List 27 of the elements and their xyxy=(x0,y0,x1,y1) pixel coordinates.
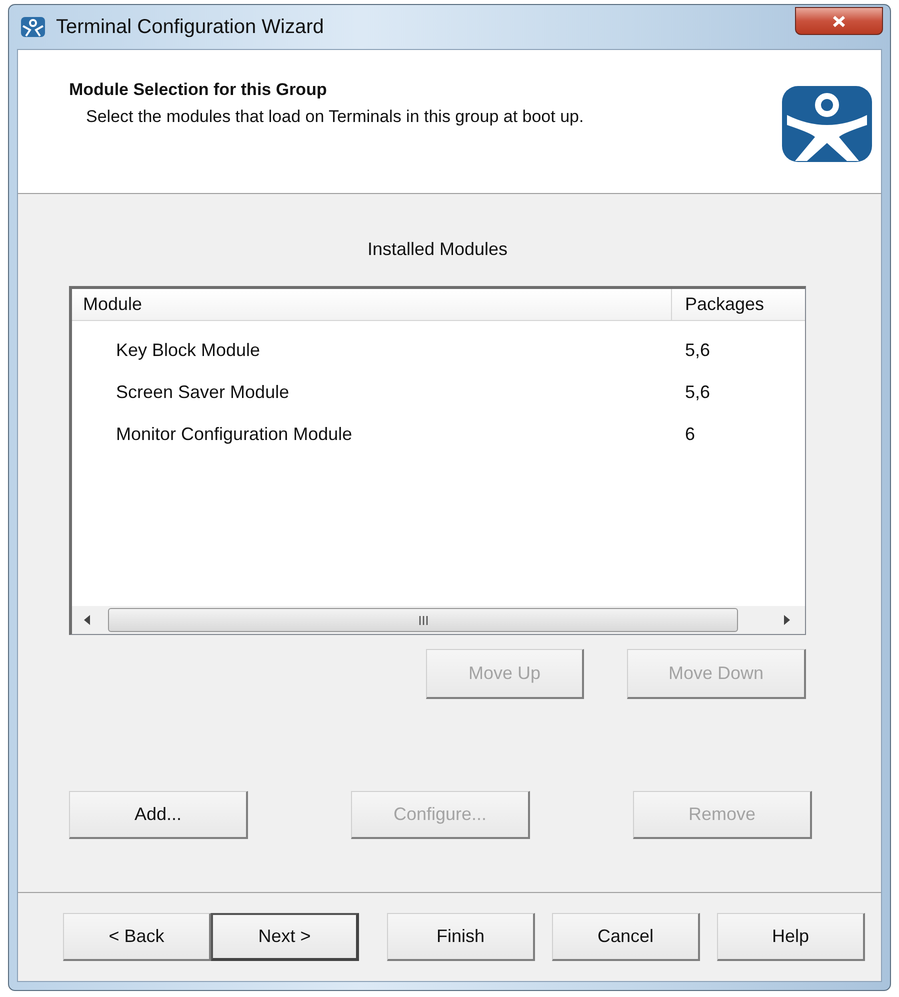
finish-button[interactable]: Finish xyxy=(387,913,535,961)
grip-icon xyxy=(418,616,428,624)
close-button[interactable] xyxy=(795,7,883,35)
cancel-button[interactable]: Cancel xyxy=(552,913,700,961)
packages-cell[interactable]: 5,6 xyxy=(685,382,710,402)
packages-cell[interactable]: 6 xyxy=(685,424,696,444)
close-icon xyxy=(832,14,846,28)
scroll-right-icon[interactable] xyxy=(784,615,790,625)
list-label: Installed Modules xyxy=(366,239,509,260)
help-button[interactable]: Help xyxy=(717,913,865,961)
window-title: Terminal Configuration Wizard xyxy=(56,16,324,38)
module-cell[interactable]: Screen Saver Module xyxy=(116,382,290,402)
horizontal-scrollbar[interactable] xyxy=(72,606,805,634)
packages-cell[interactable]: 5,6 xyxy=(685,340,710,360)
page-subtitle: Select the modules that load on Terminals in this group at boot up. xyxy=(86,107,585,127)
scroll-left-icon[interactable] xyxy=(84,615,90,625)
module-cell[interactable]: Monitor Configuration Module xyxy=(116,424,352,444)
page-title: Module Selection for this Group xyxy=(69,80,328,100)
next-button[interactable]: Next > xyxy=(211,913,359,961)
column-header[interactable]: Module xyxy=(72,289,672,320)
module-cell[interactable]: Key Block Module xyxy=(116,340,260,360)
app-icon xyxy=(20,16,46,38)
back-button[interactable]: < Back xyxy=(63,913,211,961)
scrollbar-thumb[interactable] xyxy=(108,608,738,632)
column-header[interactable]: Packages xyxy=(672,289,805,320)
add-button[interactable]: Add... xyxy=(69,791,248,839)
logo-icon xyxy=(781,85,873,163)
